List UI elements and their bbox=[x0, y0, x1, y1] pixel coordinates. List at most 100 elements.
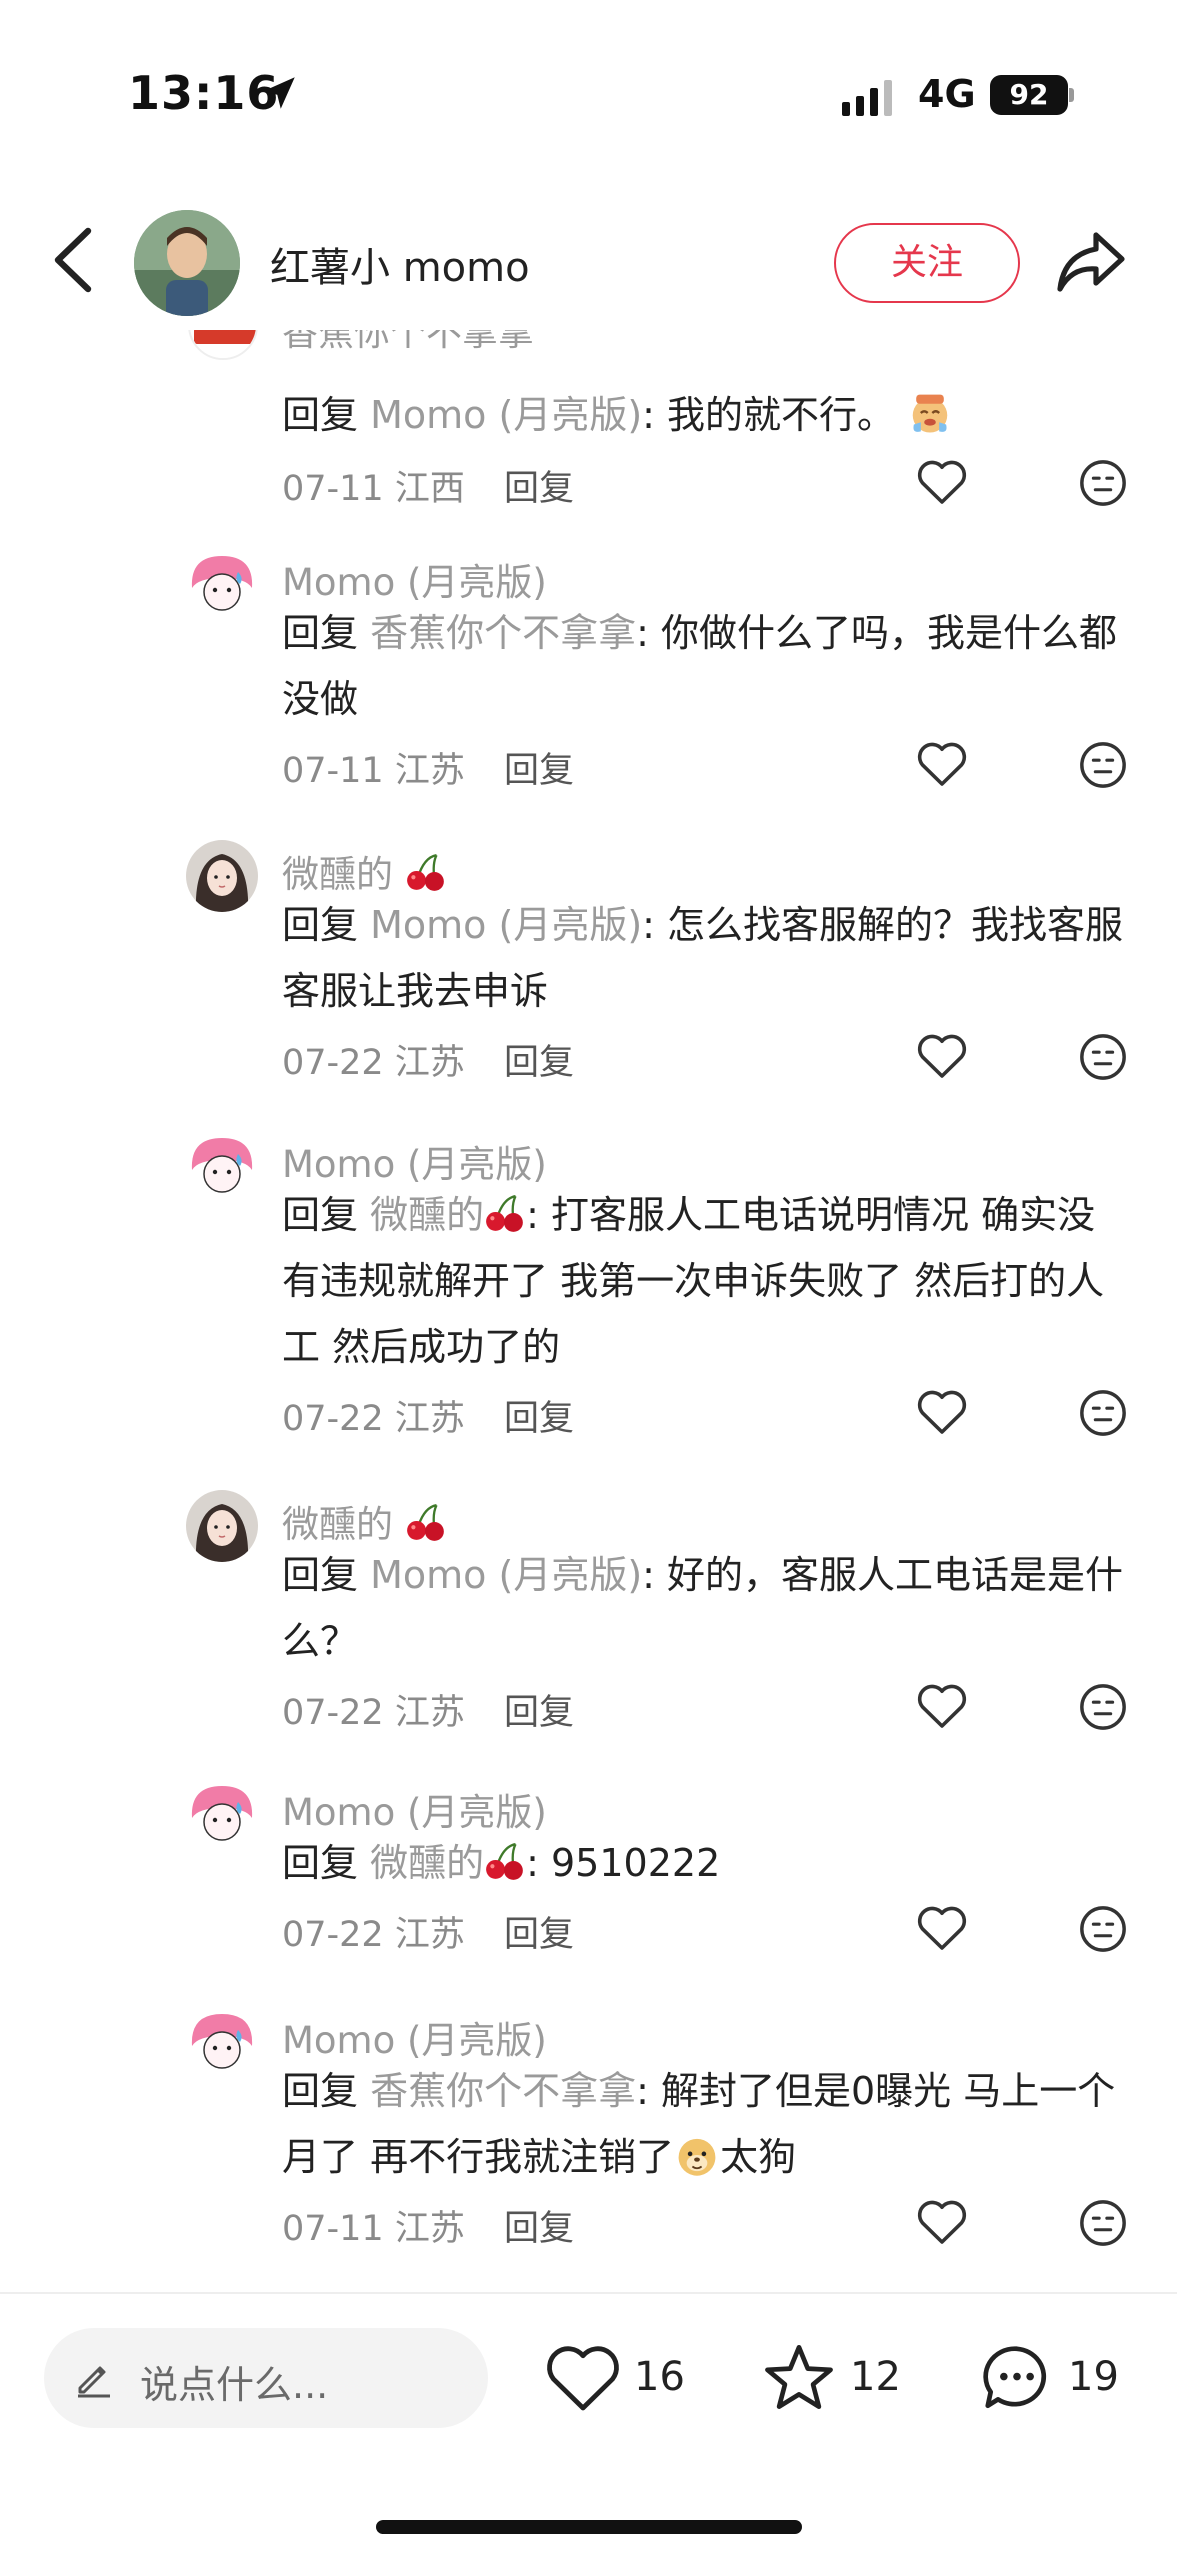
comment-date: 07-11 bbox=[282, 469, 384, 509]
comment-text: 回复 香蕉你个不拿拿: 解封了但是0曝光 马上一个月了 再不行我就注销了 太狗 bbox=[282, 2069, 1116, 2179]
status-bar: 13:16 4G 92 bbox=[0, 0, 1177, 190]
dislike-face-icon[interactable] bbox=[1078, 1388, 1128, 1438]
comment-author-name[interactable]: Momo (月亮版) bbox=[282, 2010, 547, 2064]
comment-region: 江苏 bbox=[394, 2209, 465, 2249]
comment-input[interactable]: 说点什么... bbox=[44, 2328, 488, 2428]
comment-region: 江苏 bbox=[394, 1399, 465, 1439]
comment-author-name[interactable]: Momo (月亮版) bbox=[282, 1782, 547, 1836]
dislike-face-icon[interactable] bbox=[1078, 1032, 1128, 1082]
avatar[interactable] bbox=[186, 1490, 258, 1562]
reply-target[interactable]: Momo (月亮版) bbox=[370, 903, 642, 947]
avatar[interactable] bbox=[186, 840, 258, 912]
comment-date: 07-22 bbox=[282, 1915, 384, 1955]
back-icon[interactable] bbox=[48, 225, 98, 295]
dislike-face-icon[interactable] bbox=[1078, 740, 1128, 790]
crying-emoji bbox=[912, 394, 948, 433]
comment-region: 江苏 bbox=[394, 1693, 465, 1733]
battery-level: 92 bbox=[990, 75, 1068, 115]
reply-button[interactable]: 回复 bbox=[504, 1693, 574, 1733]
heart-icon[interactable] bbox=[916, 1388, 968, 1436]
reply-target[interactable]: Momo (月亮版) bbox=[370, 1553, 642, 1597]
dislike-face-icon[interactable] bbox=[1078, 2198, 1128, 2248]
cherry-emoji bbox=[406, 1504, 444, 1541]
reply-button[interactable]: 回复 bbox=[504, 1399, 574, 1439]
comment-author-name[interactable]: 微醺的 bbox=[282, 844, 447, 898]
reply-button[interactable]: 回复 bbox=[504, 751, 574, 791]
pencil-icon bbox=[78, 2366, 110, 2398]
comment-meta: 07-11 江苏 回复 bbox=[282, 742, 574, 793]
reply-button[interactable]: 回复 bbox=[504, 2209, 574, 2249]
heart-icon[interactable] bbox=[916, 2198, 968, 2246]
heart-icon bbox=[547, 2346, 619, 2411]
comment-meta: 07-22 江苏 回复 bbox=[282, 1034, 574, 1085]
reply-target[interactable]: Momo (月亮版) bbox=[370, 393, 642, 437]
bottom-divider bbox=[0, 2292, 1177, 2294]
heart-icon[interactable] bbox=[916, 1682, 968, 1730]
comment-date: 07-11 bbox=[282, 2209, 384, 2249]
share-icon[interactable] bbox=[1054, 227, 1128, 297]
follow-button[interactable]: 关注 bbox=[834, 223, 1020, 303]
comment-meta: 07-11 江苏 回复 bbox=[282, 2200, 574, 2251]
comment-list[interactable]: 香蕉你个不拿拿 回复 Momo (月亮版): 我的就不行。 07-11 江西 回… bbox=[0, 330, 1177, 2290]
comment-bubble-icon bbox=[983, 2346, 1047, 2409]
reply-button[interactable]: 回复 bbox=[504, 1043, 574, 1083]
location-arrow-icon bbox=[263, 77, 295, 109]
heart-icon[interactable] bbox=[916, 458, 968, 506]
comment-region: 江苏 bbox=[394, 1915, 465, 1955]
comment-region: 江苏 bbox=[394, 1043, 465, 1083]
reply-target[interactable]: 微醺的 bbox=[370, 1193, 526, 1237]
avatar[interactable] bbox=[188, 330, 258, 360]
reply-target[interactable]: 香蕉你个不拿拿 bbox=[370, 2069, 636, 2113]
comment-author-name: 香蕉你个不拿拿 bbox=[282, 330, 535, 354]
avatar[interactable] bbox=[186, 548, 258, 620]
comment-text: 回复 香蕉你个不拿拿: 你做什么了吗，我是什么都没做 bbox=[282, 611, 1118, 721]
avatar[interactable] bbox=[186, 1778, 258, 1850]
star-count: 12 bbox=[850, 2354, 901, 2400]
comment-region: 江西 bbox=[394, 469, 465, 509]
comment-input-placeholder: 说点什么... bbox=[140, 2363, 329, 2407]
cherry-emoji bbox=[486, 1195, 523, 1232]
comment-text: 回复 Momo (月亮版): 好的，客服人工电话是是什么？ bbox=[282, 1553, 1124, 1663]
heart-icon[interactable] bbox=[916, 740, 968, 788]
comment-text: 回复 Momo (月亮版): 我的就不行。 bbox=[282, 382, 1132, 448]
home-indicator[interactable] bbox=[376, 2520, 802, 2534]
comment-date: 07-22 bbox=[282, 1043, 384, 1083]
comment-date: 07-11 bbox=[282, 751, 384, 791]
author-avatar[interactable] bbox=[134, 210, 240, 316]
heart-icon[interactable] bbox=[916, 1032, 968, 1080]
comment-meta: 07-22 江苏 回复 bbox=[282, 1390, 574, 1441]
comment-date: 07-22 bbox=[282, 1693, 384, 1733]
reply-target[interactable]: 香蕉你个不拿拿 bbox=[370, 611, 636, 655]
network-type: 4G bbox=[918, 72, 976, 116]
comment-text: 回复 微醺的 : 9510222 bbox=[282, 1841, 721, 1885]
reply-button[interactable]: 回复 bbox=[504, 1915, 574, 1955]
dislike-face-icon[interactable] bbox=[1078, 1904, 1128, 1954]
comment-text: 回复 微醺的 : 打客服人工电话说明情况 确实没有违规就解开了 我第一次申诉失败… bbox=[282, 1193, 1105, 1369]
comment-author-name[interactable]: 微醺的 bbox=[282, 1494, 447, 1548]
star-icon bbox=[765, 2344, 833, 2409]
comment-text: 回复 Momo (月亮版): 怎么找客服解的？我找客服客服让我去申诉 bbox=[282, 903, 1124, 1013]
comment-meta: 07-22 江苏 回复 bbox=[282, 1906, 574, 1957]
author-name[interactable]: 红薯小 momo bbox=[270, 235, 530, 293]
battery-icon: 92 bbox=[990, 75, 1074, 115]
avatar[interactable] bbox=[186, 1130, 258, 1202]
cherry-emoji bbox=[406, 854, 444, 891]
comment-meta: 07-11 江西 回复 bbox=[282, 460, 574, 511]
comment-date: 07-22 bbox=[282, 1399, 384, 1439]
doge-emoji bbox=[678, 2138, 716, 2176]
comment-count: 19 bbox=[1068, 2354, 1119, 2400]
reply-target[interactable]: 微醺的 bbox=[370, 1841, 526, 1885]
dislike-face-icon[interactable] bbox=[1078, 1682, 1128, 1732]
reply-button[interactable]: 回复 bbox=[504, 469, 574, 509]
status-time: 13:16 bbox=[128, 66, 280, 120]
comment-region: 江苏 bbox=[394, 751, 465, 791]
avatar[interactable] bbox=[186, 2006, 258, 2078]
note-header: 红薯小 momo 关注 bbox=[0, 195, 1177, 330]
heart-icon[interactable] bbox=[916, 1904, 968, 1952]
signal-icon bbox=[842, 80, 892, 116]
like-count: 16 bbox=[634, 2354, 685, 2400]
comment-author-name[interactable]: Momo (月亮版) bbox=[282, 1134, 547, 1188]
dislike-face-icon[interactable] bbox=[1078, 458, 1128, 508]
comment-meta: 07-22 江苏 回复 bbox=[282, 1684, 574, 1735]
comment-author-name[interactable]: Momo (月亮版) bbox=[282, 552, 547, 606]
